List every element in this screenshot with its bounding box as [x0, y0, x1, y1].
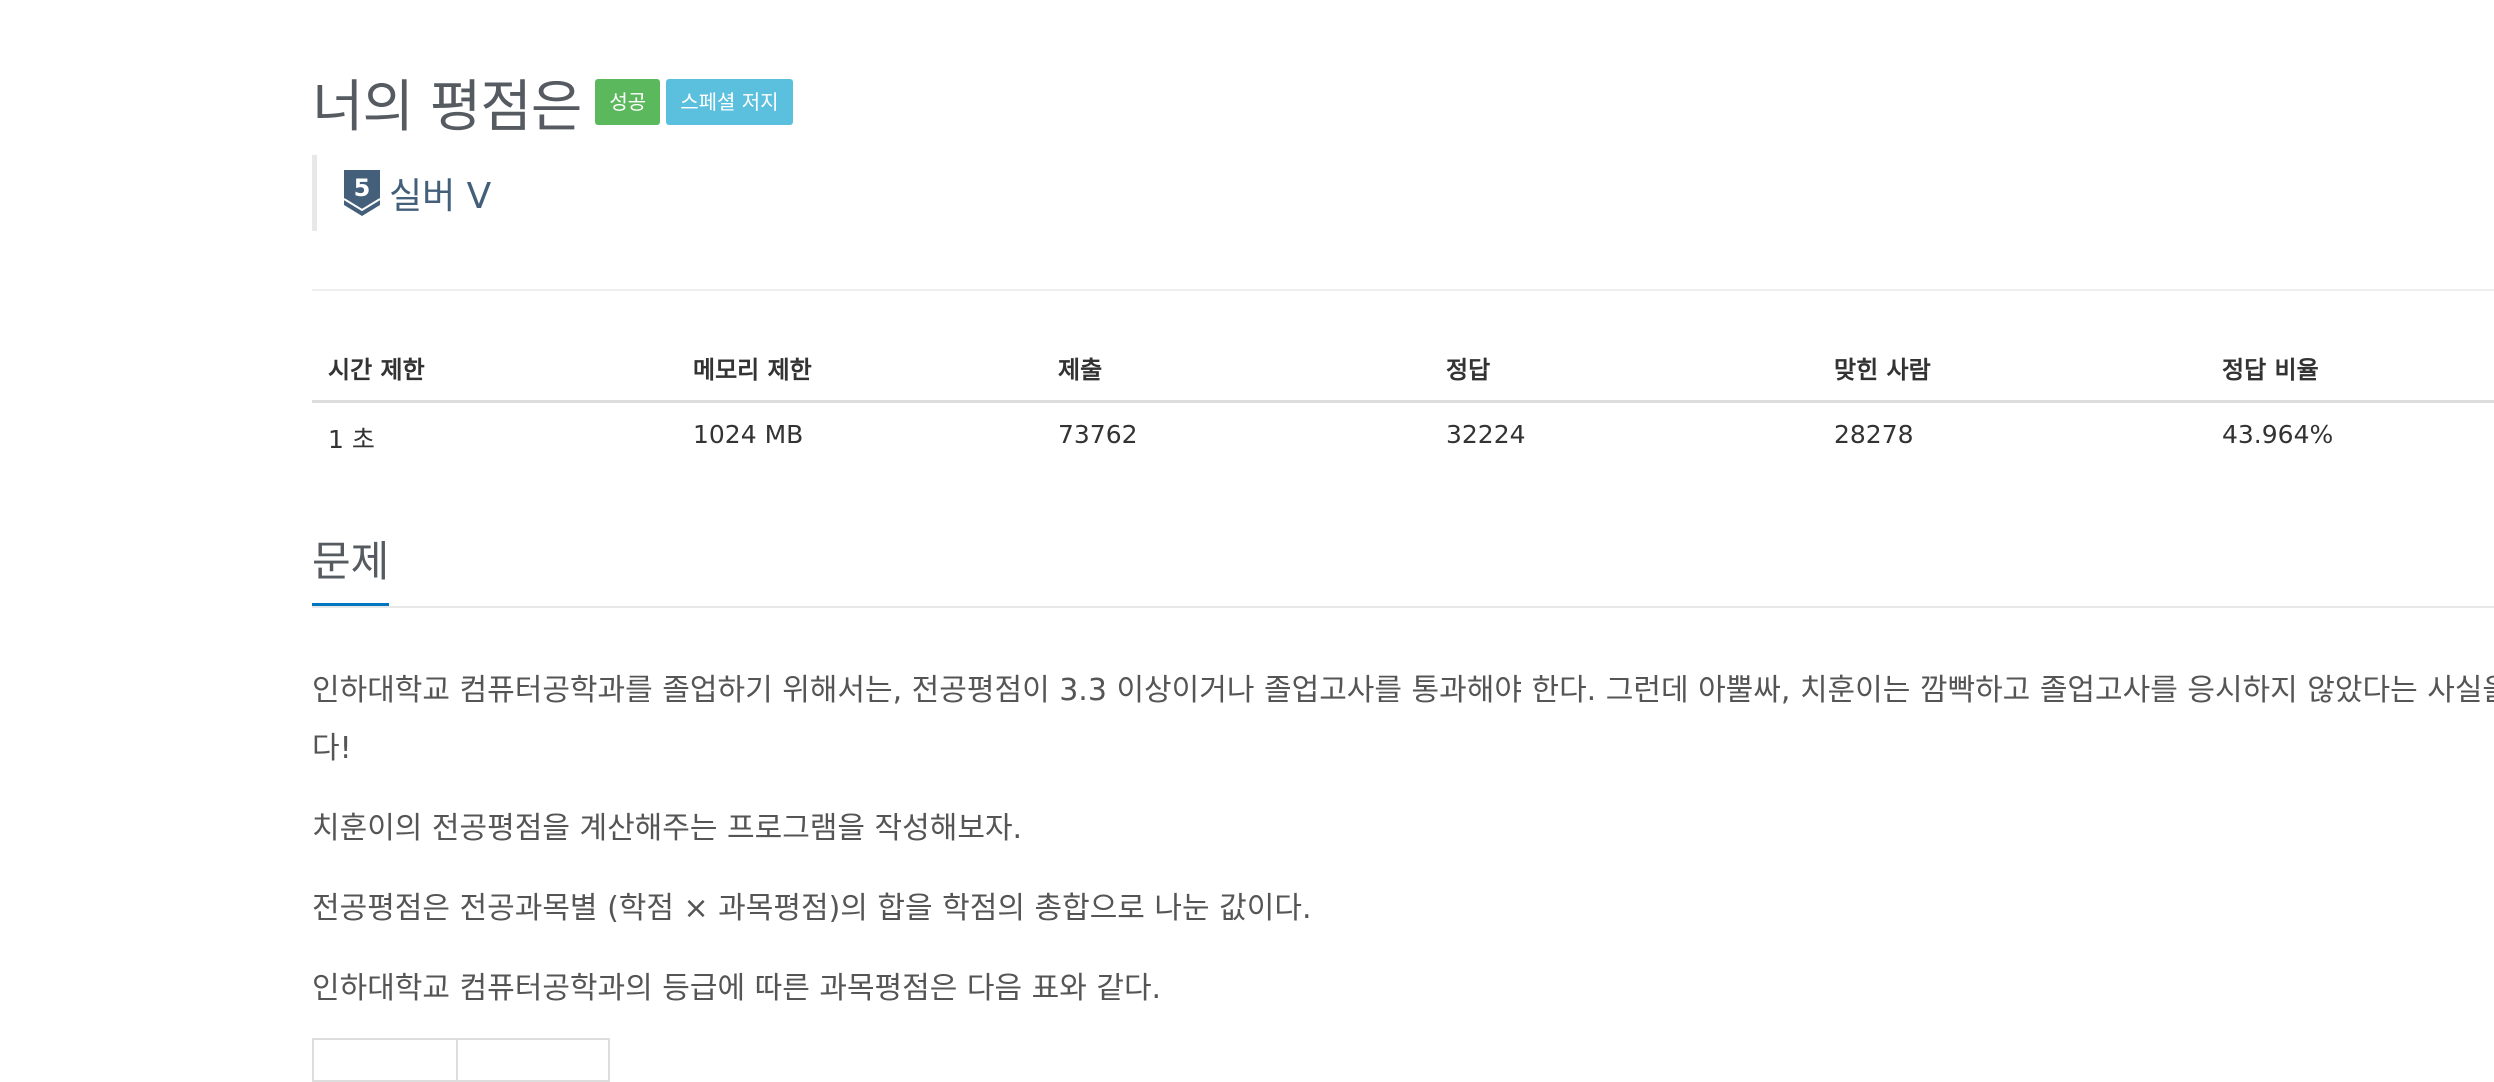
problem-description: 인하대학교 컴퓨터공학과를 졸업하기 위해서는, 전공평점이 3.3 이상이거나…: [312, 662, 2494, 1018]
grade-table-cell: [456, 1038, 610, 1082]
section-divider: [312, 606, 2494, 608]
header-submissions: 제출: [1058, 356, 1103, 384]
description-paragraph-2: 치훈이의 전공평점을 계산해주는 프로그램을 작성해보자.: [312, 811, 1023, 846]
grade-table-cell: [312, 1038, 458, 1082]
status-badge: 성공: [595, 79, 661, 125]
value-time-limit: 1 초: [328, 425, 375, 454]
value-accept-ratio: 43.964%: [2222, 420, 2334, 449]
description-paragraph-1-line-2: 다!: [312, 731, 352, 766]
tier-name[interactable]: 실버 V: [389, 167, 491, 219]
header-accepted: 정답: [1446, 356, 1491, 384]
special-judge-badge: 스페셜 저지: [666, 79, 793, 125]
value-solvers: 28278: [1834, 420, 1914, 449]
value-memory-limit: 1024 MB: [693, 420, 804, 449]
header-accept-ratio: 정답 비율: [2222, 356, 2319, 384]
info-table-header: 시간 제한 메모리 제한 제출 정답 맞힌 사람 정답 비율: [312, 330, 2494, 403]
grade-table-row: [312, 1038, 610, 1082]
value-submissions: 73762: [1058, 420, 1138, 449]
description-paragraph-3: 전공평점은 전공과목별 (학점 × 과목평점)의 합을 학점의 총합으로 나눈 …: [312, 891, 1312, 926]
divider: [312, 289, 2494, 291]
description-paragraph-4: 인하대학교 컴퓨터공학과의 등급에 따른 과목평점은 다음 표와 같다.: [312, 971, 1162, 1006]
section-title: 문제: [312, 528, 390, 607]
tier-number: 5: [354, 174, 371, 202]
grade-table: [312, 1038, 610, 1082]
problem-header: 너의 평점은 성공 스페셜 저지: [312, 62, 793, 142]
header-time-limit: 시간 제한: [328, 356, 425, 384]
problem-section-header: 문제: [312, 528, 2494, 608]
header-solvers: 맞힌 사람: [1834, 356, 1931, 384]
problem-info-table: 시간 제한 메모리 제한 제출 정답 맞힌 사람 정답 비율 1 초 1024 …: [312, 330, 2494, 454]
header-memory-limit: 메모리 제한: [693, 356, 812, 384]
problem-page: 너의 평점은 성공 스페셜 저지 5 실버 V 시간 제한 메모리 제한 제출 …: [0, 0, 2494, 1082]
silver-tier-icon[interactable]: 5: [343, 169, 381, 217]
value-accepted: 32224: [1446, 420, 1526, 449]
tier-block: 5 실버 V: [312, 155, 491, 231]
problem-title: 너의 평점은: [312, 74, 582, 140]
description-paragraph-1-line-1: 인하대학교 컴퓨터공학과를 졸업하기 위해서는, 전공평점이 3.3 이상이거나…: [312, 673, 2494, 708]
